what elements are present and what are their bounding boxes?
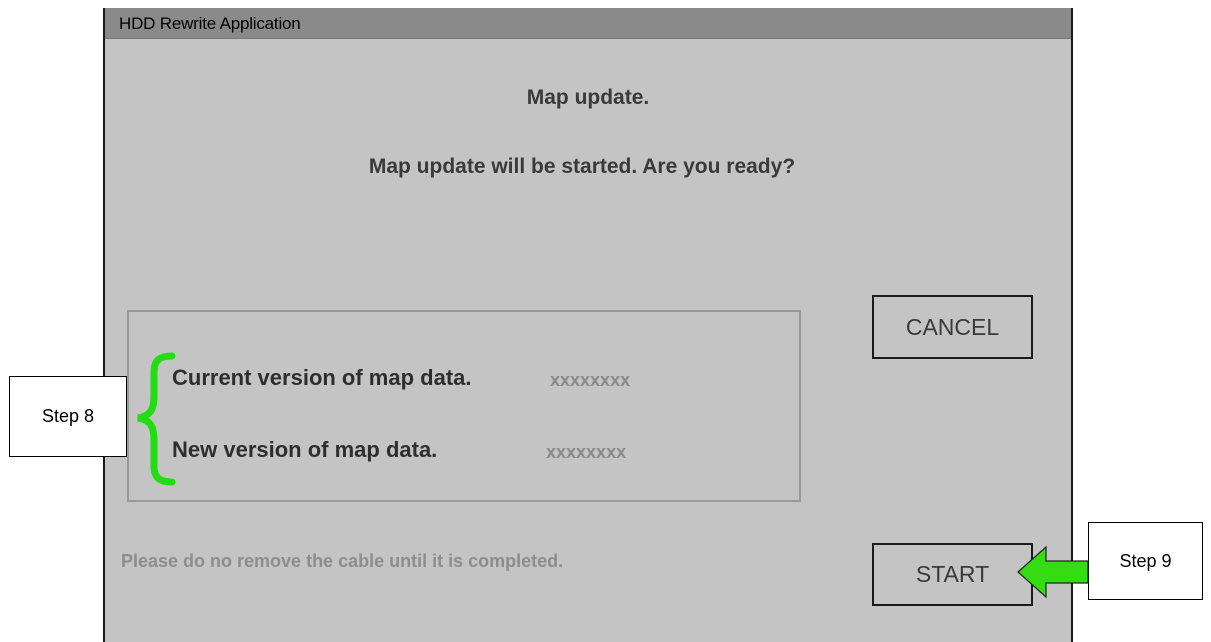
new-version-label: New version of map data. — [172, 437, 438, 462]
dialog-prompt: Map update will be started. Are you read… — [368, 155, 796, 178]
step-9-callout: Step 9 — [1088, 522, 1203, 600]
version-info-box — [127, 310, 801, 502]
cable-notice: Please do no remove the cable until it i… — [121, 551, 564, 571]
title-bar: HDD Rewrite Application — [105, 8, 1071, 39]
dialog-heading: Map update. — [526, 86, 650, 109]
current-version-value: xxxxxxxx — [550, 370, 631, 390]
new-version-value: xxxxxxxx — [546, 442, 627, 462]
start-button[interactable]: START — [872, 543, 1033, 606]
cancel-button[interactable]: CANCEL — [872, 295, 1033, 359]
step-8-callout: Step 8 — [9, 376, 127, 457]
window-title: HDD Rewrite Application — [119, 14, 301, 33]
current-version-label: Current version of map data. — [172, 365, 472, 390]
